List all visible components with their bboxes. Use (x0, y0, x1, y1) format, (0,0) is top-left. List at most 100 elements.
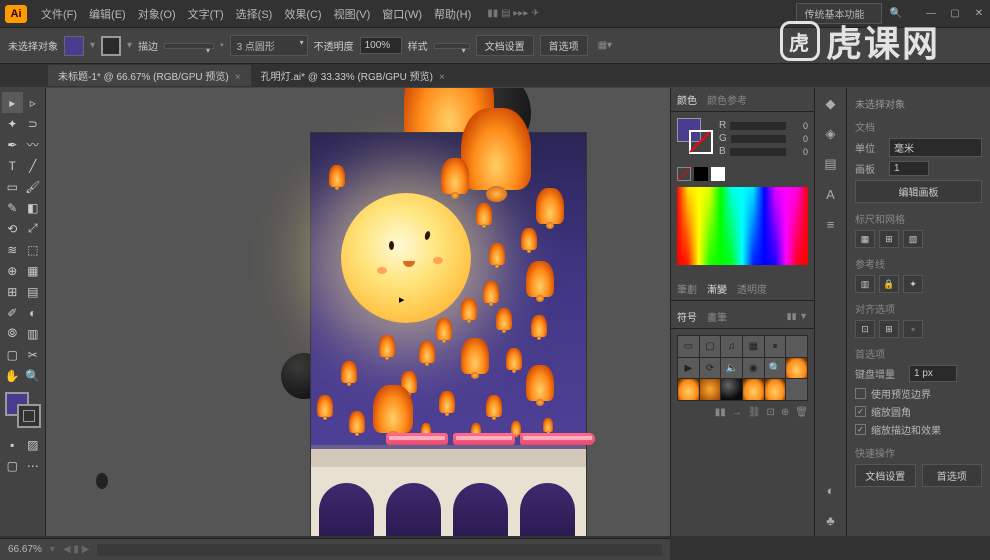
color-guide-tab[interactable]: 颜色参考 (707, 92, 747, 107)
artboard-tool[interactable]: ▢ (2, 344, 23, 365)
symbol-item[interactable]: ◉ (743, 358, 764, 379)
selection-tool[interactable]: ▸ (2, 92, 23, 113)
key-increment-input[interactable] (909, 365, 957, 382)
ruler-toggle[interactable]: ▦ (855, 230, 875, 248)
zoom-tool[interactable]: 🔍 (23, 365, 44, 386)
scale-corners-checkbox[interactable]: ✓ (855, 406, 866, 417)
shaper-tool[interactable]: ✎ (2, 197, 23, 218)
rectangle-tool[interactable]: ▭ (2, 176, 23, 197)
pen-tool[interactable]: ✒ (2, 134, 23, 155)
symbol-item[interactable] (700, 379, 721, 400)
color-swatches[interactable] (5, 392, 41, 428)
symbol-item[interactable]: ▶ (678, 358, 699, 379)
break-link-icon[interactable]: ⛓ (748, 407, 761, 418)
preview-bounds-checkbox[interactable] (855, 388, 866, 399)
symbol-item[interactable]: ♫ (721, 336, 742, 357)
units-select[interactable]: 毫米 (889, 138, 982, 157)
symbol-options-icon[interactable]: ⊡ (767, 407, 775, 418)
scale-tool[interactable]: ⤢ (23, 218, 44, 239)
color-mode-fill[interactable]: ▪ (2, 434, 23, 455)
hand-tool[interactable]: ✋ (2, 365, 23, 386)
menu-effect[interactable]: 效果(C) (278, 6, 327, 22)
transparency-panel-tab[interactable]: 透明度 (737, 281, 767, 296)
snap-pixel[interactable]: ▫ (903, 320, 923, 338)
stroke-swatch[interactable] (101, 36, 121, 56)
blend-tool[interactable]: ◐ (23, 302, 44, 323)
none-swatch[interactable] (677, 167, 691, 181)
white-swatch[interactable] (711, 167, 725, 181)
edit-toolbar[interactable]: ⋯ (23, 455, 44, 476)
type-tool[interactable]: T (2, 155, 23, 176)
place-symbol-icon[interactable]: → (732, 407, 742, 418)
symbol-sprayer-tool[interactable]: ⦾ (2, 323, 23, 344)
prefs-button[interactable]: 首选项 (540, 35, 588, 56)
symbol-libraries-icon[interactable]: ▮▮ (715, 407, 726, 418)
close-icon[interactable]: × (235, 72, 241, 83)
menu-edit[interactable]: 编辑(E) (83, 6, 132, 22)
type-dock-icon[interactable]: A (821, 184, 841, 204)
eraser-tool[interactable]: ◧ (23, 197, 44, 218)
properties-dock-icon[interactable]: ◆ (821, 94, 841, 114)
menu-help[interactable]: 帮助(H) (428, 6, 477, 22)
symbol-item[interactable]: 🔍 (765, 358, 786, 379)
symbol-item[interactable] (765, 379, 786, 400)
mesh-tool[interactable]: ⊞ (2, 281, 23, 302)
symbols-panel-tab[interactable]: 符号 (677, 309, 697, 324)
shape-builder-tool[interactable]: ⊕ (2, 260, 23, 281)
fill-swatch[interactable] (64, 36, 84, 56)
perspective-tool[interactable]: ▦ (23, 260, 44, 281)
color-mode-gradient[interactable]: ▨ (23, 434, 44, 455)
symbol-item[interactable] (678, 379, 699, 400)
gradient-panel-tab[interactable]: 漸變 (707, 281, 727, 296)
smart-guides[interactable]: ✦ (903, 275, 923, 293)
stroke-weight-dropdown[interactable] (164, 43, 214, 49)
document-tab-2[interactable]: 孔明灯.ai* @ 33.33% (RGB/GPU 预览)× (251, 65, 455, 86)
horizontal-scrollbar[interactable] (97, 544, 662, 556)
transparency-grid-toggle[interactable]: ▨ (903, 230, 923, 248)
minimize-button[interactable]: — (925, 8, 937, 19)
gradient-tool[interactable]: ▤ (23, 281, 44, 302)
r-slider[interactable] (730, 122, 786, 130)
zoom-level[interactable]: 66.67% (8, 544, 42, 555)
new-symbol-icon[interactable]: ⊕ (781, 407, 789, 418)
edit-artboard-button[interactable]: 编辑画板 (855, 180, 982, 203)
width-tool[interactable]: ≋ (2, 239, 23, 260)
symbol-item[interactable]: 🔈 (721, 358, 742, 379)
appearance-dock-icon[interactable]: ◐ (821, 480, 841, 500)
artboard-select[interactable]: 1 (889, 161, 929, 176)
maximize-button[interactable]: ▢ (949, 8, 961, 19)
color-spectrum[interactable] (677, 187, 808, 265)
opacity-input[interactable] (360, 37, 402, 54)
brushes-panel-tab[interactable]: 畫筆 (707, 309, 727, 324)
paintbrush-tool[interactable]: 🖌 (23, 176, 44, 197)
scale-effects-checkbox[interactable]: ✓ (855, 424, 866, 435)
symbol-item[interactable]: ▭ (678, 336, 699, 357)
style-dropdown[interactable] (434, 43, 470, 49)
magic-wand-tool[interactable]: ✦ (2, 113, 23, 134)
delete-symbol-icon[interactable]: 🗑 (795, 407, 808, 418)
stroke-color[interactable] (17, 404, 41, 428)
guides-lock[interactable]: 🔒 (879, 275, 899, 293)
curvature-tool[interactable]: 〰 (23, 134, 44, 155)
symbol-item[interactable] (721, 379, 742, 400)
symbol-item[interactable] (786, 379, 807, 400)
free-transform-tool[interactable]: ⬚ (23, 239, 44, 260)
symbol-item[interactable] (786, 336, 807, 357)
screen-mode[interactable]: ▢ (2, 455, 23, 476)
symbol-item[interactable]: ⟳ (700, 358, 721, 379)
menu-select[interactable]: 选择(S) (230, 6, 279, 22)
quick-doc-setup-button[interactable]: 文档设置 (855, 464, 916, 487)
snap-grid[interactable]: ⊞ (879, 320, 899, 338)
align-dock-icon[interactable]: ≡ (821, 214, 841, 234)
document-tab-1[interactable]: 未标题-1* @ 66.67% (RGB/GPU 预览)× (48, 65, 251, 86)
b-slider[interactable] (730, 148, 786, 156)
symbol-item[interactable]: ▦ (743, 336, 764, 357)
symbol-item[interactable] (743, 379, 764, 400)
close-icon[interactable]: × (439, 72, 445, 83)
graphic-styles-dock-icon[interactable]: ♣ (821, 510, 841, 530)
doc-setup-button[interactable]: 文档设置 (476, 35, 534, 56)
symbol-item[interactable]: ⏸ (765, 336, 786, 357)
direct-selection-tool[interactable]: ▹ (23, 92, 44, 113)
menu-file[interactable]: 文件(F) (35, 6, 83, 22)
workspace-switcher[interactable]: 传统基本功能 (796, 3, 882, 24)
